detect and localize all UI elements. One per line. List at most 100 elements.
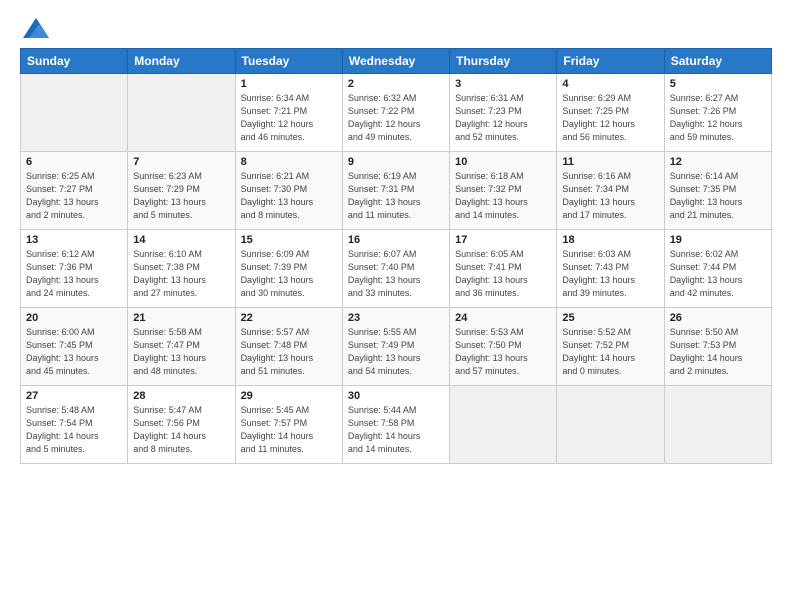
day-number: 13	[26, 234, 122, 246]
day-number: 6	[26, 156, 122, 168]
weekday-header-wednesday: Wednesday	[342, 49, 449, 74]
day-detail: Sunrise: 6:03 AM Sunset: 7:43 PM Dayligh…	[562, 248, 658, 300]
calendar-cell: 12 Sunrise: 6:14 AM Sunset: 7:35 PM Dayli…	[664, 152, 771, 230]
calendar-cell: 28 Sunrise: 5:47 AM Sunset: 7:56 PM Dayli…	[128, 386, 235, 464]
calendar-cell: 30 Sunrise: 5:44 AM Sunset: 7:58 PM Dayli…	[342, 386, 449, 464]
day-number: 10	[455, 156, 551, 168]
day-number: 27	[26, 390, 122, 402]
calendar-cell	[557, 386, 664, 464]
calendar-cell: 23Sunrise: 5:55 AM Sunset: 7:49 PM Dayli…	[342, 308, 449, 386]
calendar-cell: 14 Sunrise: 6:10 AM Sunset: 7:38 PM Dayli…	[128, 230, 235, 308]
calendar-cell: 10 Sunrise: 6:18 AM Sunset: 7:32 PM Dayli…	[450, 152, 557, 230]
day-detail: Sunrise: 6:25 AM Sunset: 7:27 PM Dayligh…	[26, 170, 122, 222]
day-number: 29	[241, 390, 337, 402]
page: SundayMondayTuesdayWednesdayThursdayFrid…	[0, 0, 792, 612]
calendar-cell: 5Sunrise: 6:27 AM Sunset: 7:26 PM Daylig…	[664, 74, 771, 152]
day-number: 22	[241, 312, 337, 324]
day-number: 18	[562, 234, 658, 246]
day-number: 23	[348, 312, 444, 324]
calendar-cell	[664, 386, 771, 464]
day-detail: Sunrise: 6:27 AM Sunset: 7:26 PM Dayligh…	[670, 92, 766, 144]
day-detail: Sunrise: 5:50 AM Sunset: 7:53 PM Dayligh…	[670, 326, 766, 378]
day-detail: Sunrise: 5:53 AM Sunset: 7:50 PM Dayligh…	[455, 326, 551, 378]
day-number: 12	[670, 156, 766, 168]
calendar-cell	[21, 74, 128, 152]
calendar-cell: 15 Sunrise: 6:09 AM Sunset: 7:39 PM Dayli…	[235, 230, 342, 308]
day-number: 7	[133, 156, 229, 168]
day-detail: Sunrise: 5:52 AM Sunset: 7:52 PM Dayligh…	[562, 326, 658, 378]
week-row-4: 20Sunrise: 6:00 AM Sunset: 7:45 PM Dayli…	[21, 308, 772, 386]
day-number: 15	[241, 234, 337, 246]
day-detail: Sunrise: 6:05 AM Sunset: 7:41 PM Dayligh…	[455, 248, 551, 300]
day-detail: Sunrise: 5:44 AM Sunset: 7:58 PM Dayligh…	[348, 404, 444, 456]
week-row-5: 27 Sunrise: 5:48 AM Sunset: 7:54 PM Dayli…	[21, 386, 772, 464]
day-detail: Sunrise: 6:32 AM Sunset: 7:22 PM Dayligh…	[348, 92, 444, 144]
calendar-cell: 3 Sunrise: 6:31 AM Sunset: 7:23 PM Daylig…	[450, 74, 557, 152]
weekday-header-thursday: Thursday	[450, 49, 557, 74]
calendar-cell: 8Sunrise: 6:21 AM Sunset: 7:30 PM Daylig…	[235, 152, 342, 230]
weekday-header-sunday: Sunday	[21, 49, 128, 74]
day-detail: Sunrise: 6:18 AM Sunset: 7:32 PM Dayligh…	[455, 170, 551, 222]
day-detail: Sunrise: 5:47 AM Sunset: 7:56 PM Dayligh…	[133, 404, 229, 456]
calendar-cell: 2 Sunrise: 6:32 AM Sunset: 7:22 PM Daylig…	[342, 74, 449, 152]
day-number: 25	[562, 312, 658, 324]
day-detail: Sunrise: 6:12 AM Sunset: 7:36 PM Dayligh…	[26, 248, 122, 300]
calendar-cell: 27 Sunrise: 5:48 AM Sunset: 7:54 PM Dayli…	[21, 386, 128, 464]
week-row-3: 13 Sunrise: 6:12 AM Sunset: 7:36 PM Dayli…	[21, 230, 772, 308]
weekday-header-saturday: Saturday	[664, 49, 771, 74]
day-number: 16	[348, 234, 444, 246]
day-detail: Sunrise: 6:19 AM Sunset: 7:31 PM Dayligh…	[348, 170, 444, 222]
day-number: 26	[670, 312, 766, 324]
calendar-cell: 29Sunrise: 5:45 AM Sunset: 7:57 PM Dayli…	[235, 386, 342, 464]
day-number: 4	[562, 78, 658, 90]
day-detail: Sunrise: 6:23 AM Sunset: 7:29 PM Dayligh…	[133, 170, 229, 222]
calendar-cell: 11 Sunrise: 6:16 AM Sunset: 7:34 PM Dayli…	[557, 152, 664, 230]
calendar-cell: 7 Sunrise: 6:23 AM Sunset: 7:29 PM Daylig…	[128, 152, 235, 230]
day-detail: Sunrise: 6:09 AM Sunset: 7:39 PM Dayligh…	[241, 248, 337, 300]
logo-icon	[23, 18, 49, 38]
header	[20, 16, 772, 38]
calendar-table: SundayMondayTuesdayWednesdayThursdayFrid…	[20, 48, 772, 464]
day-number: 11	[562, 156, 658, 168]
calendar-cell: 18 Sunrise: 6:03 AM Sunset: 7:43 PM Dayli…	[557, 230, 664, 308]
day-detail: Sunrise: 6:10 AM Sunset: 7:38 PM Dayligh…	[133, 248, 229, 300]
calendar-cell: 13 Sunrise: 6:12 AM Sunset: 7:36 PM Dayli…	[21, 230, 128, 308]
day-detail: Sunrise: 5:58 AM Sunset: 7:47 PM Dayligh…	[133, 326, 229, 378]
calendar-cell: 24 Sunrise: 5:53 AM Sunset: 7:50 PM Dayli…	[450, 308, 557, 386]
day-detail: Sunrise: 6:16 AM Sunset: 7:34 PM Dayligh…	[562, 170, 658, 222]
day-detail: Sunrise: 6:21 AM Sunset: 7:30 PM Dayligh…	[241, 170, 337, 222]
day-detail: Sunrise: 6:34 AM Sunset: 7:21 PM Dayligh…	[241, 92, 337, 144]
day-detail: Sunrise: 6:14 AM Sunset: 7:35 PM Dayligh…	[670, 170, 766, 222]
day-number: 14	[133, 234, 229, 246]
day-detail: Sunrise: 5:48 AM Sunset: 7:54 PM Dayligh…	[26, 404, 122, 456]
day-number: 30	[348, 390, 444, 402]
weekday-header-tuesday: Tuesday	[235, 49, 342, 74]
day-detail: Sunrise: 6:02 AM Sunset: 7:44 PM Dayligh…	[670, 248, 766, 300]
day-number: 20	[26, 312, 122, 324]
day-detail: Sunrise: 6:31 AM Sunset: 7:23 PM Dayligh…	[455, 92, 551, 144]
day-number: 17	[455, 234, 551, 246]
calendar-cell: 9 Sunrise: 6:19 AM Sunset: 7:31 PM Daylig…	[342, 152, 449, 230]
calendar-cell: 22 Sunrise: 5:57 AM Sunset: 7:48 PM Dayli…	[235, 308, 342, 386]
weekday-header-monday: Monday	[128, 49, 235, 74]
day-number: 24	[455, 312, 551, 324]
day-number: 9	[348, 156, 444, 168]
day-detail: Sunrise: 5:57 AM Sunset: 7:48 PM Dayligh…	[241, 326, 337, 378]
calendar-cell: 19Sunrise: 6:02 AM Sunset: 7:44 PM Dayli…	[664, 230, 771, 308]
calendar-cell: 20Sunrise: 6:00 AM Sunset: 7:45 PM Dayli…	[21, 308, 128, 386]
week-row-1: 1 Sunrise: 6:34 AM Sunset: 7:21 PM Daylig…	[21, 74, 772, 152]
calendar-cell: 17 Sunrise: 6:05 AM Sunset: 7:41 PM Dayli…	[450, 230, 557, 308]
day-number: 28	[133, 390, 229, 402]
day-detail: Sunrise: 6:29 AM Sunset: 7:25 PM Dayligh…	[562, 92, 658, 144]
calendar-cell: 26 Sunrise: 5:50 AM Sunset: 7:53 PM Dayli…	[664, 308, 771, 386]
day-number: 1	[241, 78, 337, 90]
calendar-cell: 25 Sunrise: 5:52 AM Sunset: 7:52 PM Dayli…	[557, 308, 664, 386]
day-number: 2	[348, 78, 444, 90]
week-row-2: 6 Sunrise: 6:25 AM Sunset: 7:27 PM Daylig…	[21, 152, 772, 230]
weekday-header-friday: Friday	[557, 49, 664, 74]
calendar-cell: 4 Sunrise: 6:29 AM Sunset: 7:25 PM Daylig…	[557, 74, 664, 152]
calendar-cell: 1 Sunrise: 6:34 AM Sunset: 7:21 PM Daylig…	[235, 74, 342, 152]
weekday-header-row: SundayMondayTuesdayWednesdayThursdayFrid…	[21, 49, 772, 74]
day-number: 21	[133, 312, 229, 324]
day-number: 3	[455, 78, 551, 90]
